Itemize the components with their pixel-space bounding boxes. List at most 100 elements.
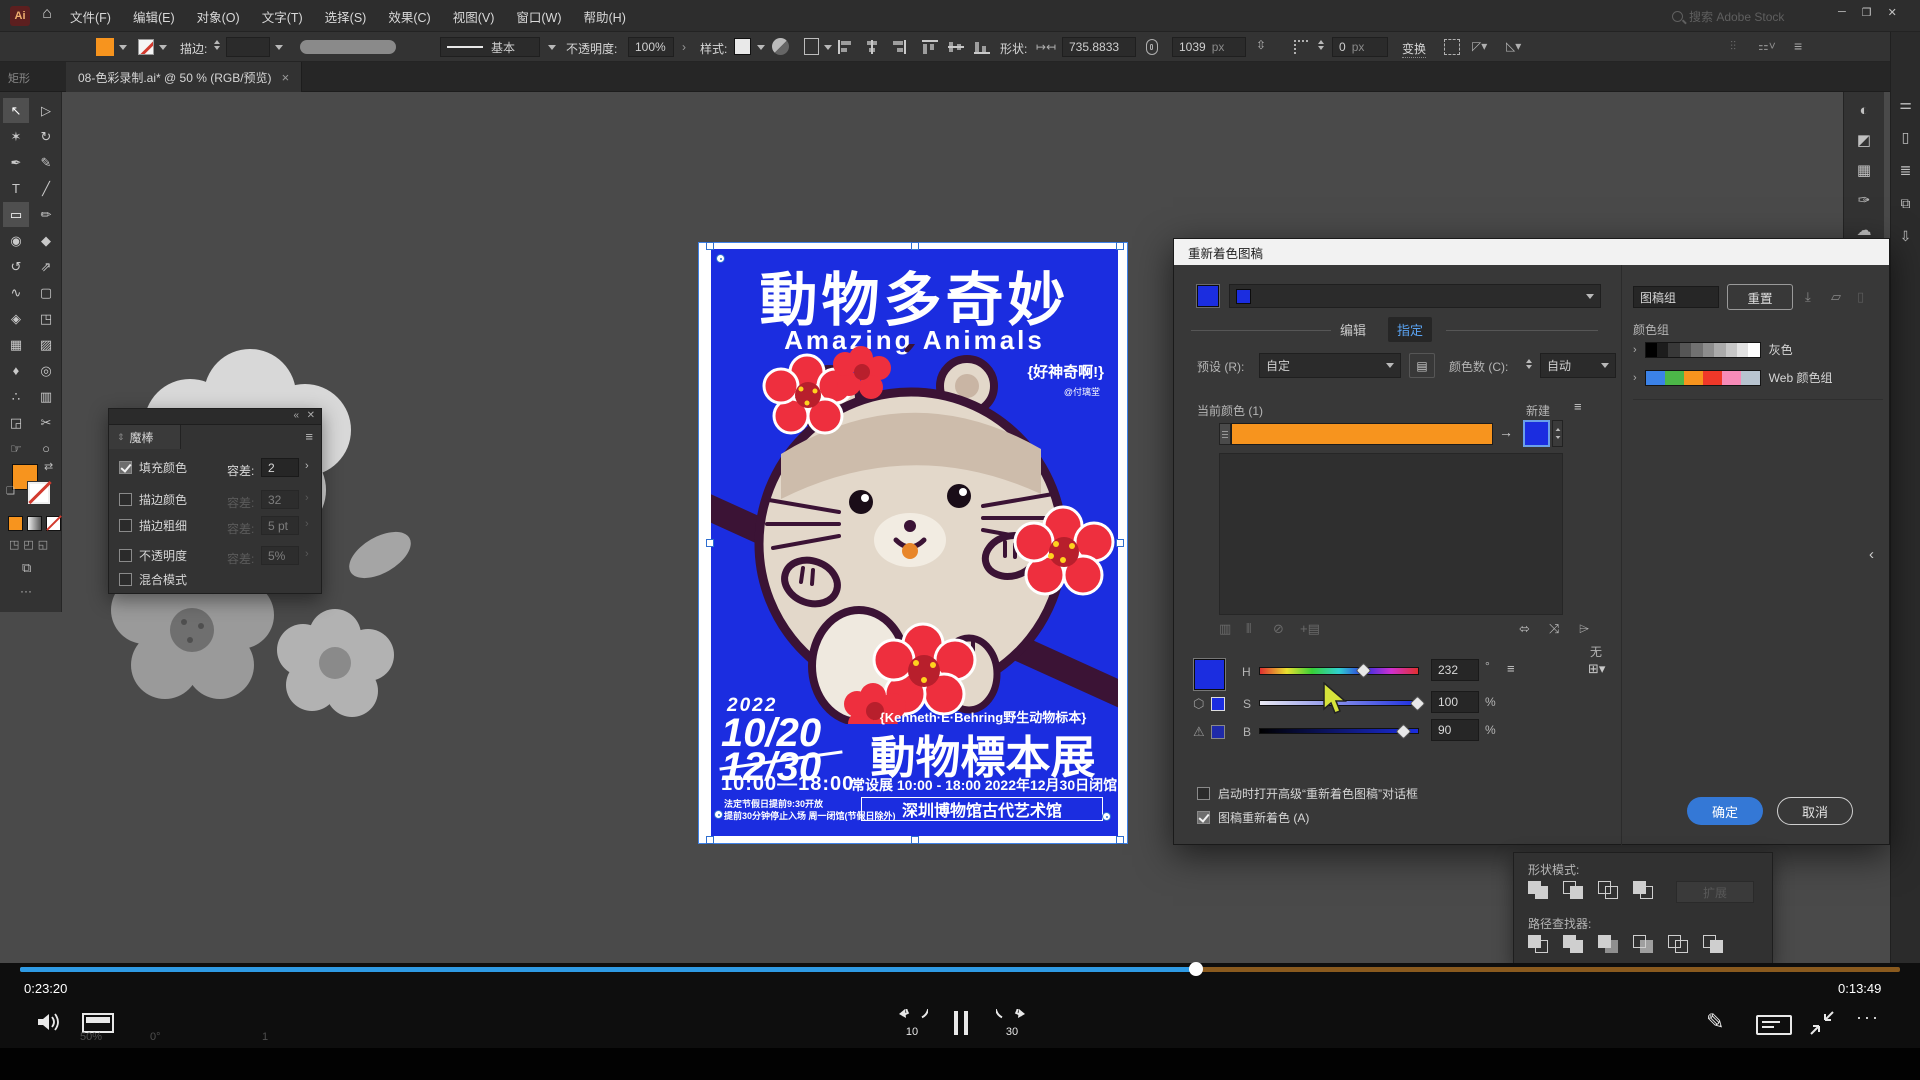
menu-file[interactable]: 文件(F) — [64, 5, 117, 28]
align-top-icon[interactable] — [922, 40, 938, 54]
minus-back-icon[interactable] — [1703, 935, 1727, 955]
open-advanced-checkbox[interactable] — [1197, 787, 1210, 800]
toolbar-more[interactable]: ··· — [20, 584, 32, 598]
type-tool[interactable]: T — [3, 176, 29, 201]
dock-collapse-chevron-icon[interactable]: ‹ — [1869, 546, 1874, 563]
scale-tool[interactable]: ⇗ — [33, 254, 59, 279]
tolerance-slider-icon-0[interactable]: › — [305, 460, 309, 472]
menu-view[interactable]: 视图(V) — [447, 5, 501, 28]
color-mode-button[interactable] — [8, 516, 23, 531]
player-more-icon[interactable]: ··· — [1856, 1007, 1880, 1028]
home-icon[interactable]: ⌂ — [36, 5, 58, 27]
click-colors-icon[interactable]: ⬄ — [1519, 621, 1530, 637]
color-row-drag-handle[interactable] — [1219, 423, 1231, 445]
recolor-art-checkbox[interactable] — [1197, 811, 1210, 824]
exit-fullscreen-icon[interactable] — [1808, 1009, 1836, 1037]
shape-width-field[interactable]: 735.8833 — [1062, 37, 1136, 57]
workspace-icon[interactable]: ⫶⫶ — [1730, 39, 1736, 54]
window-close-button[interactable]: ✕ — [1888, 6, 1897, 19]
style-swatch[interactable] — [734, 38, 751, 55]
new-group-folder-icon[interactable]: ▱ — [1831, 289, 1841, 305]
video-progress-handle[interactable] — [1189, 962, 1203, 976]
unite-icon[interactable] — [1528, 881, 1552, 901]
base-color-swatch[interactable] — [1197, 285, 1219, 307]
perspective-grid-tool[interactable]: ◳ — [33, 306, 59, 331]
drawing-modes-icons[interactable]: ◳◰◱ — [9, 538, 52, 551]
menu-edit[interactable]: 编辑(E) — [127, 5, 181, 28]
slider-mode-menu-icon[interactable]: ≡ — [1507, 661, 1515, 676]
merge-icon[interactable] — [1598, 935, 1622, 955]
gradient-panel-icon[interactable]: ◩ — [1857, 131, 1871, 149]
cancel-button[interactable]: 取消 — [1777, 797, 1853, 825]
color-reduction-options-button[interactable]: ▤ — [1409, 353, 1435, 378]
column-graph-tool[interactable]: ▥ — [33, 384, 59, 409]
panel-drag-bar[interactable]: « ✕ — [109, 409, 321, 425]
selection-handle-nw[interactable] — [706, 242, 714, 250]
slice-tool[interactable]: ✂ — [33, 410, 59, 435]
shape-builder-tool[interactable]: ◈ — [3, 306, 29, 331]
brightness-slider-handle[interactable] — [1396, 724, 1412, 740]
color-count-select[interactable]: 自动 — [1540, 353, 1616, 378]
tab-edit[interactable]: 编辑 — [1340, 320, 1366, 339]
export-panel-icon[interactable]: ⇩ — [1900, 228, 1912, 245]
artboards-panel-icon[interactable]: ⧉ — [1901, 195, 1911, 212]
menu-effect[interactable]: 效果(C) — [382, 5, 436, 28]
swap-fill-stroke-icon[interactable]: ⇄ — [44, 460, 53, 473]
volume-icon[interactable] — [36, 1011, 62, 1033]
opacity-more-icon[interactable]: › — [682, 40, 686, 54]
collapse-panel-icon[interactable]: « — [293, 410, 299, 421]
eyedropper-tool[interactable]: ♦ — [3, 358, 29, 383]
saturation-slider-handle[interactable] — [1410, 696, 1426, 712]
ok-button[interactable]: 确定 — [1687, 797, 1763, 825]
artboard[interactable]: 動物多奇妙 Amazing Animals {好神奇啊!} @付璃堂 — [699, 243, 1127, 843]
align-center-icon[interactable] — [864, 40, 880, 54]
screen-mode-icon[interactable]: ⧉ — [22, 560, 31, 576]
stroke-weight-field[interactable] — [226, 37, 270, 57]
toolbar-overlay-icon[interactable] — [82, 1013, 114, 1033]
color-group-name-field[interactable]: 图稿组 — [1633, 286, 1719, 308]
shaper-tool[interactable]: ◉ — [3, 228, 29, 253]
hue-slider-handle[interactable] — [1356, 663, 1372, 679]
expand-chevron-icon[interactable]: › — [1633, 372, 1637, 384]
h-field[interactable]: 232 — [1431, 659, 1479, 681]
divide-icon[interactable] — [1528, 935, 1552, 955]
blend-tool[interactable]: ◎ — [33, 358, 59, 383]
symbol-sprayer-tool[interactable]: ∴ — [3, 384, 29, 409]
stroke-style-chevron-icon[interactable] — [548, 45, 556, 50]
mesh-tool[interactable]: ▦ — [3, 332, 29, 357]
fill-color-swatch[interactable] — [96, 38, 114, 56]
pause-button[interactable] — [954, 1011, 968, 1035]
hand-tool[interactable]: ☞ — [3, 436, 29, 461]
color-group-row-gray[interactable]: › 灰色 — [1633, 341, 1793, 358]
tab-close-icon[interactable]: × — [282, 70, 290, 85]
width-profile-preview[interactable] — [300, 40, 396, 54]
selection-handle-sw[interactable] — [706, 836, 714, 844]
magic-wand-tool[interactable]: ✶ — [3, 124, 29, 149]
brushes-panel-icon[interactable]: ✑ — [1858, 191, 1871, 209]
trim-icon[interactable] — [1563, 935, 1587, 955]
properties-panel-icon[interactable]: ⚌ — [1899, 96, 1912, 113]
stroke-weight-checkbox[interactable] — [119, 519, 132, 532]
brightness-slider[interactable] — [1259, 728, 1419, 734]
fill-color-checkbox[interactable] — [119, 461, 132, 474]
align-left-icon[interactable] — [838, 40, 854, 54]
menu-type[interactable]: 文字(T) — [256, 5, 309, 28]
color-panel-icon[interactable]: ◐ — [1859, 102, 1868, 119]
poster-artwork[interactable]: 動物多奇妙 Amazing Animals {好神奇啊!} @付璃堂 — [711, 249, 1118, 836]
random-order-icon[interactable]: ⤨ — [1549, 621, 1559, 637]
color-picker-grid-icon[interactable]: ⊞▾ — [1588, 661, 1605, 677]
tolerance-field-0[interactable]: 2 — [261, 458, 299, 477]
properties-toggle-icon[interactable]: ⚏˅ — [1758, 39, 1776, 53]
curvature-tool[interactable]: ✎ — [33, 150, 59, 175]
panel-menu-icon[interactable]: ≡ — [1794, 38, 1802, 54]
selection-handle-s[interactable] — [911, 836, 919, 844]
free-transform-icon[interactable] — [1444, 39, 1460, 55]
crop-icon[interactable] — [1633, 935, 1657, 955]
align-bottom-icon[interactable] — [974, 40, 990, 54]
pen-tool[interactable]: ✒ — [3, 150, 29, 175]
blend-mode-checkbox[interactable] — [119, 573, 132, 586]
zoom-tool[interactable]: ○ — [33, 436, 59, 461]
video-progress-track[interactable] — [20, 967, 1900, 972]
rotate-tool[interactable]: ↺ — [3, 254, 29, 279]
transform-link[interactable]: 变换 — [1402, 40, 1426, 58]
